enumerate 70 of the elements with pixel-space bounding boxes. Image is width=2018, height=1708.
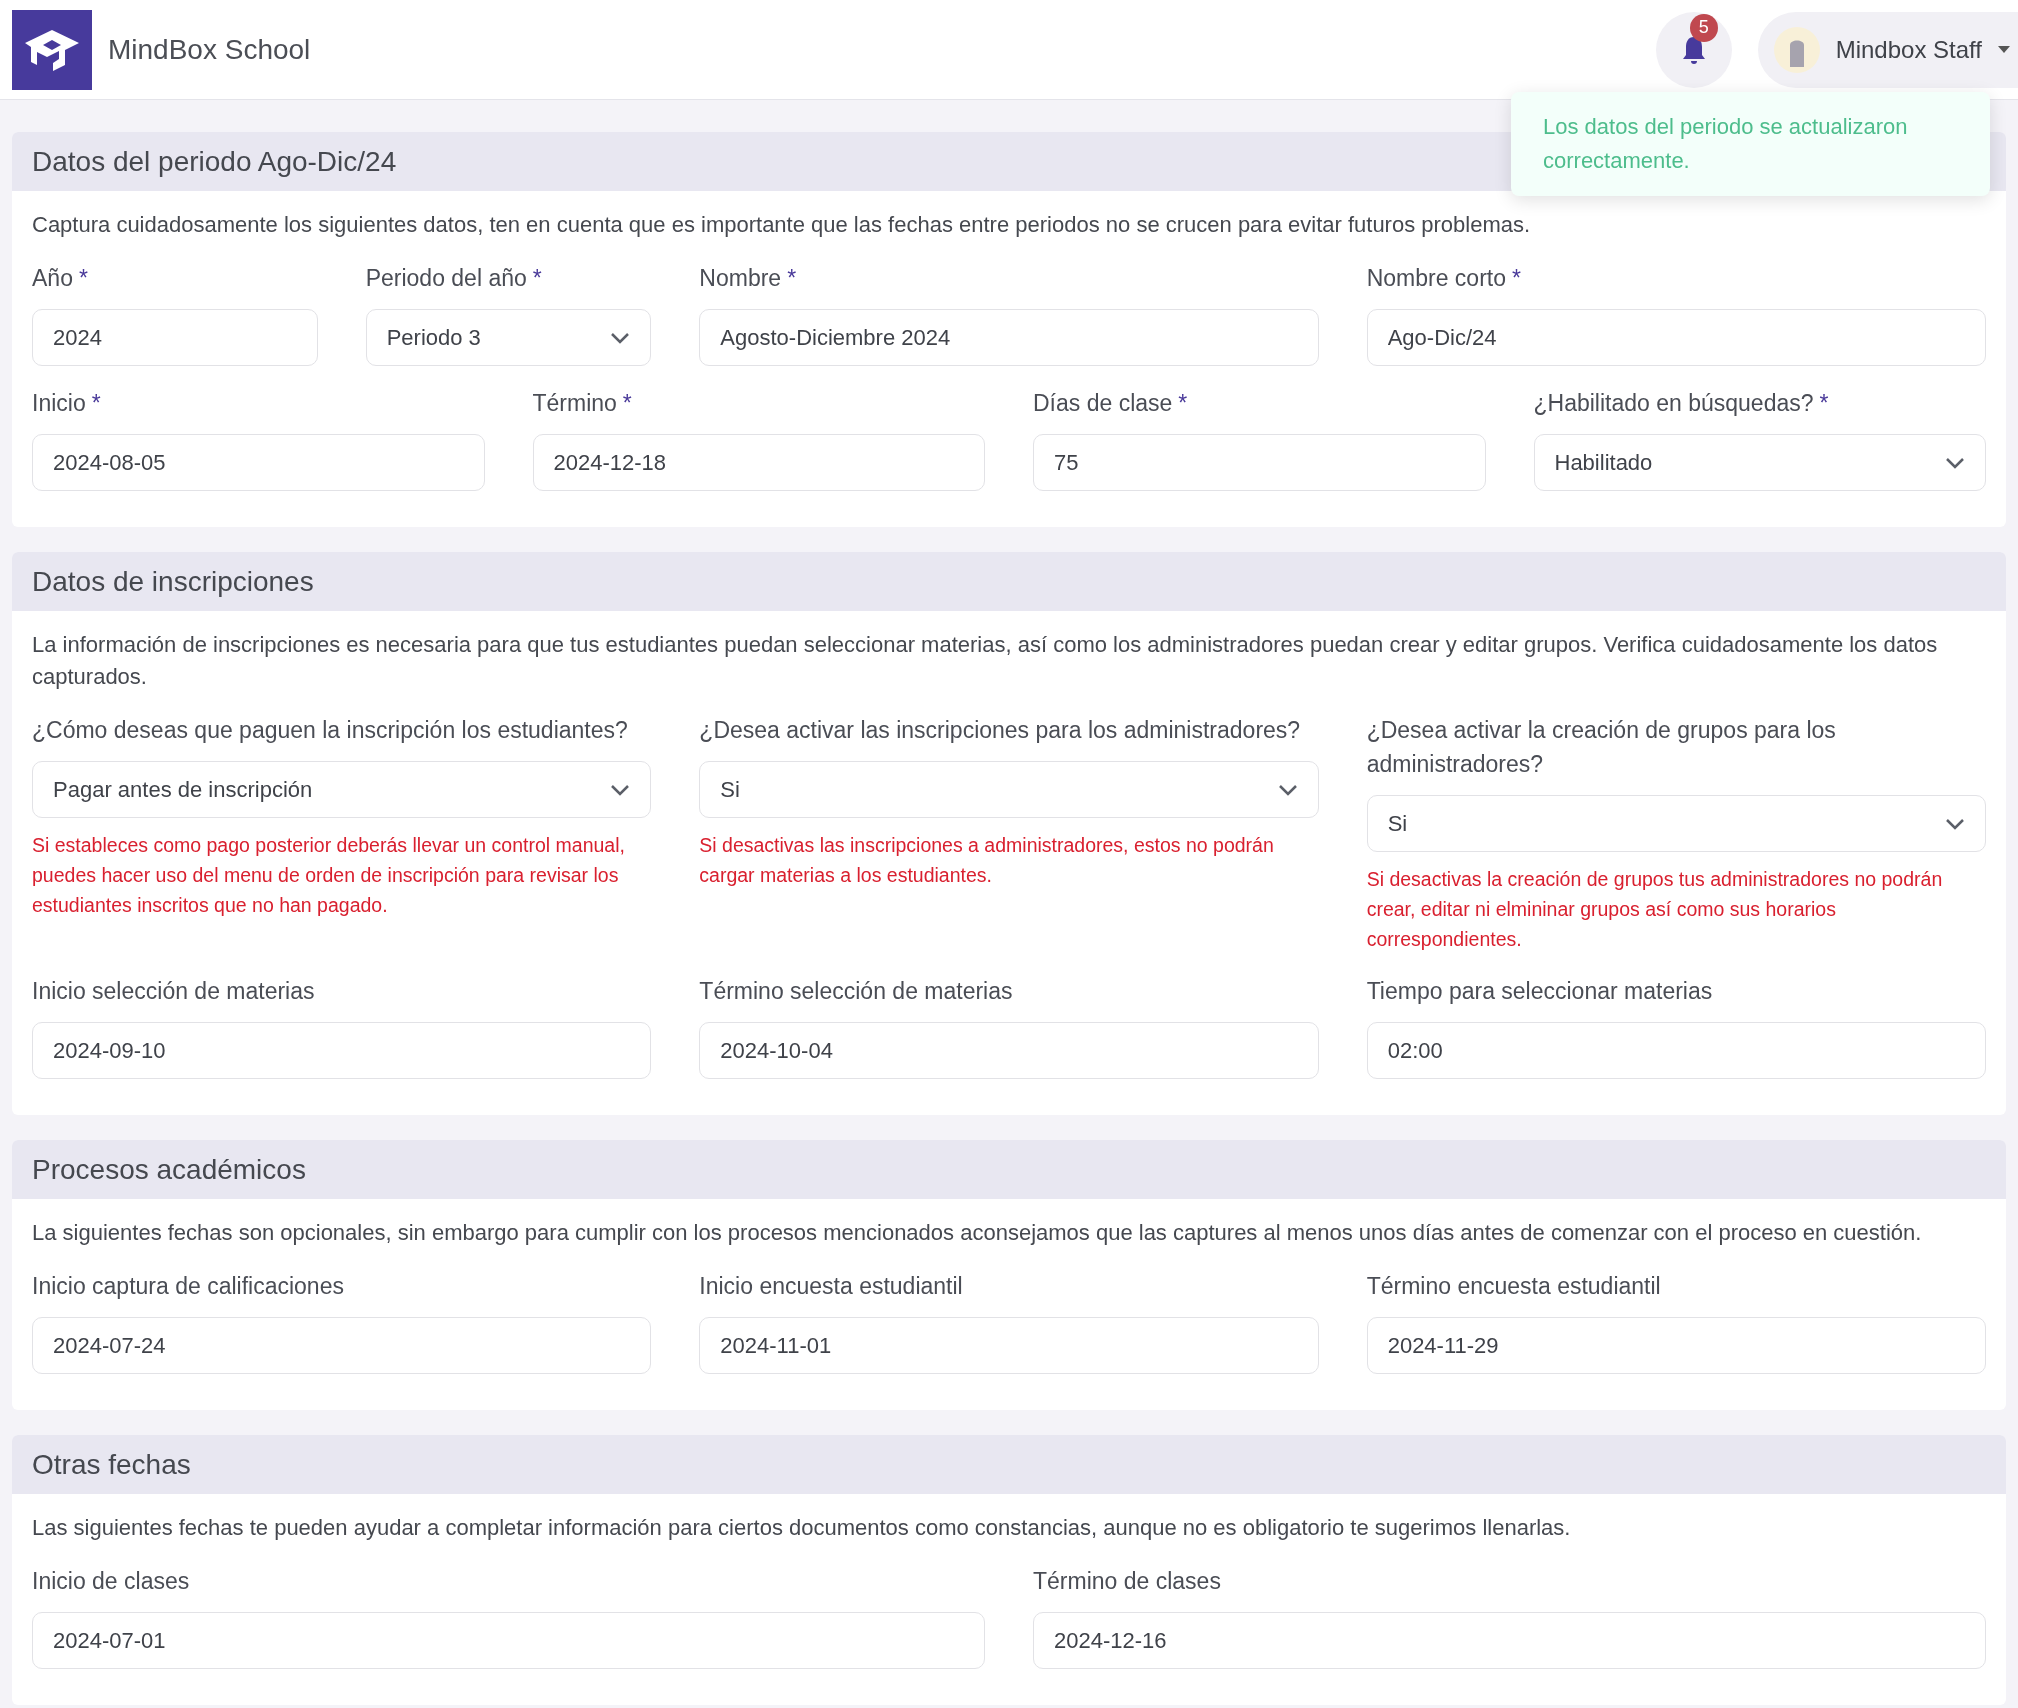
field-label: ¿Desea activar la creación de grupos para los administradores? [1366,717,1836,777]
chevron-down-icon [1945,817,1965,830]
chevron-down-icon [1277,783,1298,796]
input-field[interactable]: 2024-10-04 [699,1022,1319,1079]
field-label: Inicio encuesta estudiantil [699,1273,963,1299]
section-description: Captura cuidadosamente los siguientes datos, ten en cuenta que es importante que las fechas entre periodos no se crucen para evitar futuros problemas. [32,211,1532,239]
field-label: Año [32,265,73,291]
input-field[interactable]: 02:00 [1366,1022,1986,1079]
field-label: Inicio [32,390,86,416]
field-label: Término [532,390,617,416]
input-field[interactable]: 2024 [32,309,318,366]
input-field[interactable]: 2024-09-10 [32,1022,652,1079]
input-field[interactable]: 2024-11-29 [1366,1317,1986,1374]
input-field[interactable]: 75 [1033,434,1486,491]
input-field[interactable]: 2024-12-16 [1033,1612,1986,1669]
field-label: ¿Cómo deseas que paguen la inscripción los estudiantes? [32,717,628,743]
required-mark: * [91,390,101,416]
required-mark: * [622,390,632,416]
section-title: Datos de inscripciones [32,564,314,599]
select-field[interactable]: Si [1366,795,1986,852]
help-text: Si estableces como pago posterior deberás llevar un control manual, puedes hacer uso del menu de orden de inscripción para revisar los estudiantes inscritos que no han pagado. [32,833,626,918]
required-mark: * [1819,390,1829,416]
notification-badge: 5 [1689,13,1718,42]
input-field[interactable]: 2024-08-05 [32,434,485,491]
section-title: Otras fechas [32,1447,191,1482]
help-text: Si desactivas la creación de grupos tus administradores no podrán crear, editar ni elmininar grupos así como sus horarios correspondientes. [1366,867,1944,952]
section-description: La siguientes fechas son opcionales, sin embargo para cumplir con los procesos mencionados aconsejamos que las captures al menos unos días antes de comenzar con el proceso en cuestión. [32,1219,1923,1247]
field-label: Término de clases [1033,1568,1221,1594]
field-label: Inicio de clases [32,1568,190,1594]
field-label: Término encuesta estudiantil [1366,1273,1661,1299]
input-field[interactable]: 2024-07-01 [32,1612,985,1669]
field-label: Inicio captura de calificaciones [32,1273,344,1299]
field-label: Inicio selección de materias [32,978,315,1004]
input-field[interactable]: 2024-12-18 [532,434,985,491]
field-label: Días de clase [1033,390,1173,416]
section-description: La información de inscripciones es necesaria para que tus estudiantes puedan seleccionar materias, así como los administradores puedan crear y editar grupos. Verifica cuidadosamente los datos capturados. [32,631,1939,691]
select-field[interactable]: Habilitado [1533,434,1986,491]
bell-icon [1680,34,1707,65]
field-label: Nombre corto [1366,265,1506,291]
select-field[interactable]: Pagar antes de inscripción [32,761,652,818]
field-label: Término selección de materias [699,978,1013,1004]
chevron-down-icon [1945,456,1965,469]
field-label: Nombre [699,265,782,291]
caret-icon [1998,45,2010,54]
notification-button[interactable]: 5 [1655,11,1732,88]
toast: Los datos del periodo se actualizaron correctamente. [1511,92,1990,196]
field-label: ¿Desea activar las inscripciones para los administradores? [699,717,1301,743]
required-mark: * [1178,390,1188,416]
required-mark: * [1512,265,1521,291]
section-title: Procesos académicos [32,1152,306,1187]
select-field[interactable]: Si [699,761,1319,818]
field-label: ¿Habilitado en búsquedas? [1533,390,1814,416]
section-title: Datos del periodo Ago-Dic/24 [32,144,397,179]
chevron-down-icon [610,331,631,344]
required-mark: * [787,265,797,291]
user-menu[interactable]: Mindbox Staff [1757,11,2018,88]
input-field[interactable]: 2024-07-24 [32,1317,652,1374]
section-description: Las siguientes fechas te pueden ayudar a completar información para ciertos documentos como constancias, aunque no es obligatorio te sugerimos llenarlas. [32,1514,1572,1542]
field-label: Tiempo para seleccionar materias [1366,978,1713,1004]
select-field[interactable]: Periodo 3 [365,309,652,366]
required-mark: * [532,265,542,291]
field-label: Periodo del año [365,265,527,291]
brand-name: MindBox School [108,32,311,67]
input-field[interactable]: Ago-Dic/24 [1366,309,1986,366]
help-text: Si desactivas las inscripciones a administradores, estos no podrán cargar materias a los estudiantes. [699,833,1275,888]
input-field[interactable]: Agosto-Diciembre 2024 [699,309,1319,366]
required-mark: * [78,265,88,291]
avatar-icon [1773,26,1820,73]
input-field[interactable]: 2024-11-01 [699,1317,1319,1374]
chevron-down-icon [610,783,631,796]
